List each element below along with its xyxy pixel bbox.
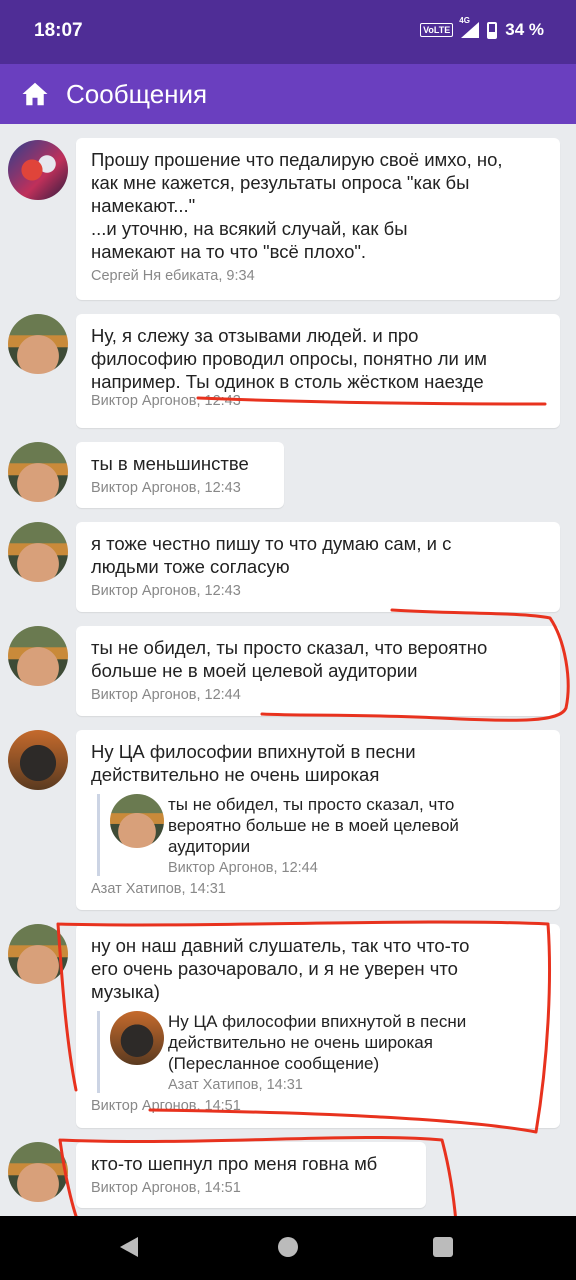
message-text: кто-то шепнул про меня говна мб xyxy=(91,1153,378,1174)
message-bubble[interactable]: я тоже честно пишу то что думаю сам, и с… xyxy=(76,522,560,612)
network-type: 4G xyxy=(459,16,470,25)
message-meta: Виктор Аргонов, 12:43 xyxy=(91,393,241,409)
message-text: ты в меньшинстве xyxy=(91,453,249,474)
message-bubble[interactable]: ну он наш давний слушатель, так что что-… xyxy=(76,924,560,1128)
avatar[interactable] xyxy=(8,1142,68,1202)
forwarded-meta: Виктор Аргонов, 12:44 xyxy=(168,860,318,876)
home-icon[interactable] xyxy=(20,79,50,109)
status-icons: VoLTE 4G 34 % xyxy=(420,16,544,40)
message-meta: Азат Хатипов, 14:31 xyxy=(91,881,226,897)
avatar[interactable] xyxy=(8,730,68,790)
message-bubble[interactable]: ты не обидел, ты просто сказал, что веро… xyxy=(76,626,560,716)
message-meta: Виктор Аргонов, 12:44 xyxy=(91,687,241,703)
message-meta: Виктор Аргонов, 14:51 xyxy=(91,1180,241,1196)
avatar[interactable] xyxy=(8,314,68,374)
recents-icon[interactable] xyxy=(433,1237,453,1257)
status-bar: 18:07 VoLTE 4G 34 % xyxy=(0,0,576,64)
volte-icon: VoLTE xyxy=(420,23,454,37)
message-bubble[interactable]: Ну ЦА философии впихнутой в песни действ… xyxy=(76,730,560,910)
page-title: Сообщения xyxy=(66,78,208,109)
forwarded-meta: Азат Хатипов, 14:31 xyxy=(168,1077,303,1093)
status-time: 18:07 xyxy=(34,20,83,41)
message-bubble[interactable]: Прошу прошение что педалирую своё имхо, … xyxy=(76,138,560,300)
forwarded-avatar xyxy=(110,794,164,848)
message-bubble[interactable]: Ну, я слежу за отзывами людей. и про фил… xyxy=(76,314,560,428)
home-circle-icon[interactable] xyxy=(278,1237,298,1257)
avatar[interactable] xyxy=(8,626,68,686)
forwarded-message[interactable]: Ну ЦА философии впихнутой в песни действ… xyxy=(97,1011,545,1093)
forwarded-text: ты не обидел, ты просто сказал, что веро… xyxy=(168,795,459,856)
signal-icon: 4G xyxy=(459,16,480,38)
message-text: ты не обидел, ты просто сказал, что веро… xyxy=(91,637,488,681)
forwarded-avatar xyxy=(110,1011,164,1065)
avatar[interactable] xyxy=(8,522,68,582)
battery-icon xyxy=(487,21,498,39)
message-bubble[interactable]: ты в меньшинстве Виктор Аргонов, 12:43 xyxy=(76,442,284,508)
back-icon[interactable] xyxy=(120,1237,138,1257)
message-text: я тоже честно пишу то что думаю сам, и с… xyxy=(91,533,452,577)
message-meta: Виктор Аргонов, 12:43 xyxy=(91,583,241,599)
message-text: Ну ЦА философии впихнутой в песни действ… xyxy=(91,741,416,785)
message-meta: Виктор Аргонов, 12:43 xyxy=(91,480,241,496)
message-text: Прошу прошение что педалирую своё имхо, … xyxy=(91,149,503,262)
message-text: Ну, я слежу за отзывами людей. и про фил… xyxy=(91,325,488,392)
message-meta: Сергей Ня ебиката, 9:34 xyxy=(91,268,255,284)
avatar[interactable] xyxy=(8,442,68,502)
forwarded-message[interactable]: ты не обидел, ты просто сказал, что веро… xyxy=(97,794,545,876)
avatar[interactable] xyxy=(8,140,68,200)
message-bubble[interactable]: кто-то шепнул про меня говна мб Виктор А… xyxy=(76,1142,426,1208)
message-text: ну он наш давний слушатель, так что что-… xyxy=(91,935,470,1002)
battery-percent: 34 % xyxy=(505,20,544,39)
app-bar: Сообщения xyxy=(0,64,576,124)
message-meta: Виктор Аргонов, 14:51 xyxy=(91,1098,241,1114)
avatar[interactable] xyxy=(8,924,68,984)
forwarded-text: Ну ЦА философии впихнутой в песни действ… xyxy=(168,1012,467,1073)
